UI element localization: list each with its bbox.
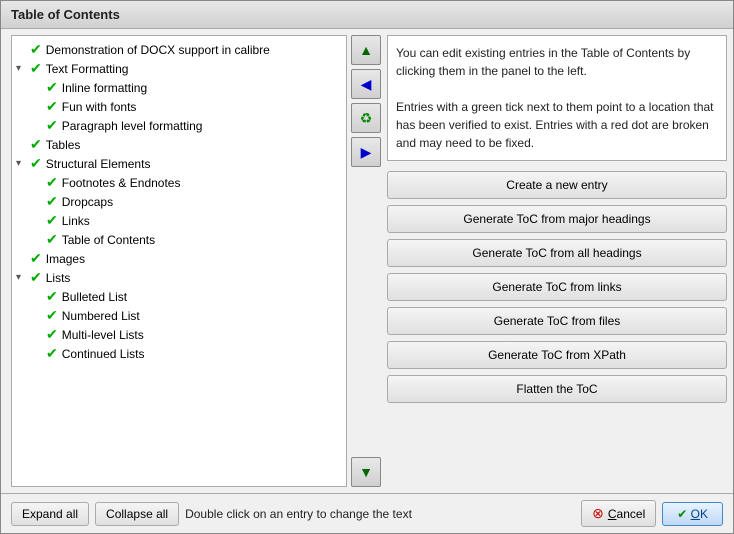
generate-all-headings-button[interactable]: Generate ToC from all headings [387, 239, 727, 267]
tree-container[interactable]: ✔ Demonstration of DOCX support in calibr… [11, 35, 347, 487]
generate-links-button[interactable]: Generate ToC from links [387, 273, 727, 301]
move-left-button[interactable]: ◀ [351, 69, 381, 99]
tree-item[interactable]: ✔ Images [16, 249, 342, 268]
cancel-icon: ⊗ [592, 505, 604, 522]
tree-item-label: Bulleted List [62, 290, 127, 304]
check-icon: ✔ [46, 174, 58, 191]
check-icon: ✔ [46, 117, 58, 134]
move-up-button[interactable]: ▲ [351, 35, 381, 65]
tree-item[interactable]: ✔ Table of Contents [16, 230, 342, 249]
check-icon: ✔ [30, 269, 42, 286]
tree-item-label: Inline formatting [62, 81, 147, 95]
tree-item[interactable]: ✔ Links [16, 211, 342, 230]
cancel-button[interactable]: ⊗ Cancel [581, 500, 656, 527]
tree-item[interactable]: ▾✔ Text Formatting [16, 59, 342, 78]
tree-item-label: Multi-level Lists [62, 328, 144, 342]
description-line2: Entries with a green tick next to them p… [396, 98, 718, 152]
tree-item[interactable]: ✔ Footnotes & Endnotes [16, 173, 342, 192]
tree-item-label: Demonstration of DOCX support in calibre [46, 43, 270, 57]
expand-arrow-icon[interactable]: ▾ [16, 158, 30, 169]
tree-item[interactable]: ✔ Paragraph level formatting [16, 116, 342, 135]
dialog-footer: Expand all Collapse all Double click on … [1, 493, 733, 533]
tree-item-label: Table of Contents [62, 233, 155, 247]
tree-item[interactable]: ✔ Fun with fonts [16, 97, 342, 116]
tree-item[interactable]: ✔ Inline formatting [16, 78, 342, 97]
nav-buttons: ▲ ◀ ♻ ▶ ▼ [351, 35, 381, 487]
generate-xpath-button[interactable]: Generate ToC from XPath [387, 341, 727, 369]
check-icon: ✔ [30, 41, 42, 58]
right-panel: You can edit existing entries in the Tab… [387, 35, 727, 487]
generate-major-headings-button[interactable]: Generate ToC from major headings [387, 205, 727, 233]
check-icon: ✔ [46, 193, 58, 210]
tree-item-label: Fun with fonts [62, 100, 137, 114]
check-icon: ✔ [46, 212, 58, 229]
tree-item[interactable]: ✔ Numbered List [16, 306, 342, 325]
tree-item[interactable]: ✔ Continued Lists [16, 344, 342, 363]
action-buttons: Create a new entry Generate ToC from maj… [387, 167, 727, 487]
tree-item[interactable]: ✔ Bulleted List [16, 287, 342, 306]
check-icon: ✔ [46, 326, 58, 343]
tree-item-label: Links [62, 214, 90, 228]
expand-arrow-icon[interactable]: ▾ [16, 63, 30, 74]
check-icon: ✔ [46, 307, 58, 324]
flatten-toc-button[interactable]: Flatten the ToC [387, 375, 727, 403]
check-icon: ✔ [46, 79, 58, 96]
tree-item-label: Text Formatting [46, 62, 129, 76]
tree-item-label: Continued Lists [62, 347, 145, 361]
ok-button[interactable]: ✔ OK [662, 502, 723, 526]
expand-all-button[interactable]: Expand all [11, 502, 89, 526]
dialog-title: Table of Contents [1, 1, 733, 29]
create-new-entry-button[interactable]: Create a new entry [387, 171, 727, 199]
generate-files-button[interactable]: Generate ToC from files [387, 307, 727, 335]
tree-item-label: Images [46, 252, 85, 266]
ok-icon: ✔ [677, 507, 687, 521]
tree-item[interactable]: ▾✔ Structural Elements [16, 154, 342, 173]
tree-item-label: Paragraph level formatting [62, 119, 203, 133]
tree-item[interactable]: ✔ Demonstration of DOCX support in calibr… [16, 40, 342, 59]
dialog: Table of Contents ✔ Demonstration of DOCX… [0, 0, 734, 534]
check-icon: ✔ [30, 250, 42, 267]
tree-item-label: Tables [46, 138, 81, 152]
tree-item-label: Numbered List [62, 309, 140, 323]
tree-item[interactable]: ✔ Tables [16, 135, 342, 154]
left-panel: ✔ Demonstration of DOCX support in calibr… [7, 35, 381, 487]
tree-item-label: Footnotes & Endnotes [62, 176, 181, 190]
check-icon: ✔ [46, 98, 58, 115]
move-down-button[interactable]: ▼ [351, 457, 381, 487]
tree-item[interactable]: ✔ Multi-level Lists [16, 325, 342, 344]
dialog-body: ✔ Demonstration of DOCX support in calibr… [1, 29, 733, 493]
footer-hint: Double click on an entry to change the t… [185, 507, 575, 521]
ok-label: OK [691, 507, 708, 521]
check-icon: ✔ [30, 60, 42, 77]
recycle-button[interactable]: ♻ [351, 103, 381, 133]
move-right-button[interactable]: ▶ [351, 137, 381, 167]
expand-arrow-icon[interactable]: ▾ [16, 272, 30, 283]
tree-item[interactable]: ✔ Dropcaps [16, 192, 342, 211]
cancel-label: Cancel [608, 507, 645, 521]
check-icon: ✔ [46, 288, 58, 305]
tree-item-label: Lists [46, 271, 71, 285]
description-box: You can edit existing entries in the Tab… [387, 35, 727, 161]
tree-item[interactable]: ▾✔ Lists [16, 268, 342, 287]
description-line1: You can edit existing entries in the Tab… [396, 44, 718, 80]
check-icon: ✔ [30, 155, 42, 172]
check-icon: ✔ [30, 136, 42, 153]
tree-item-label: Structural Elements [46, 157, 151, 171]
check-icon: ✔ [46, 231, 58, 248]
check-icon: ✔ [46, 345, 58, 362]
tree-item-label: Dropcaps [62, 195, 113, 209]
collapse-all-button[interactable]: Collapse all [95, 502, 179, 526]
